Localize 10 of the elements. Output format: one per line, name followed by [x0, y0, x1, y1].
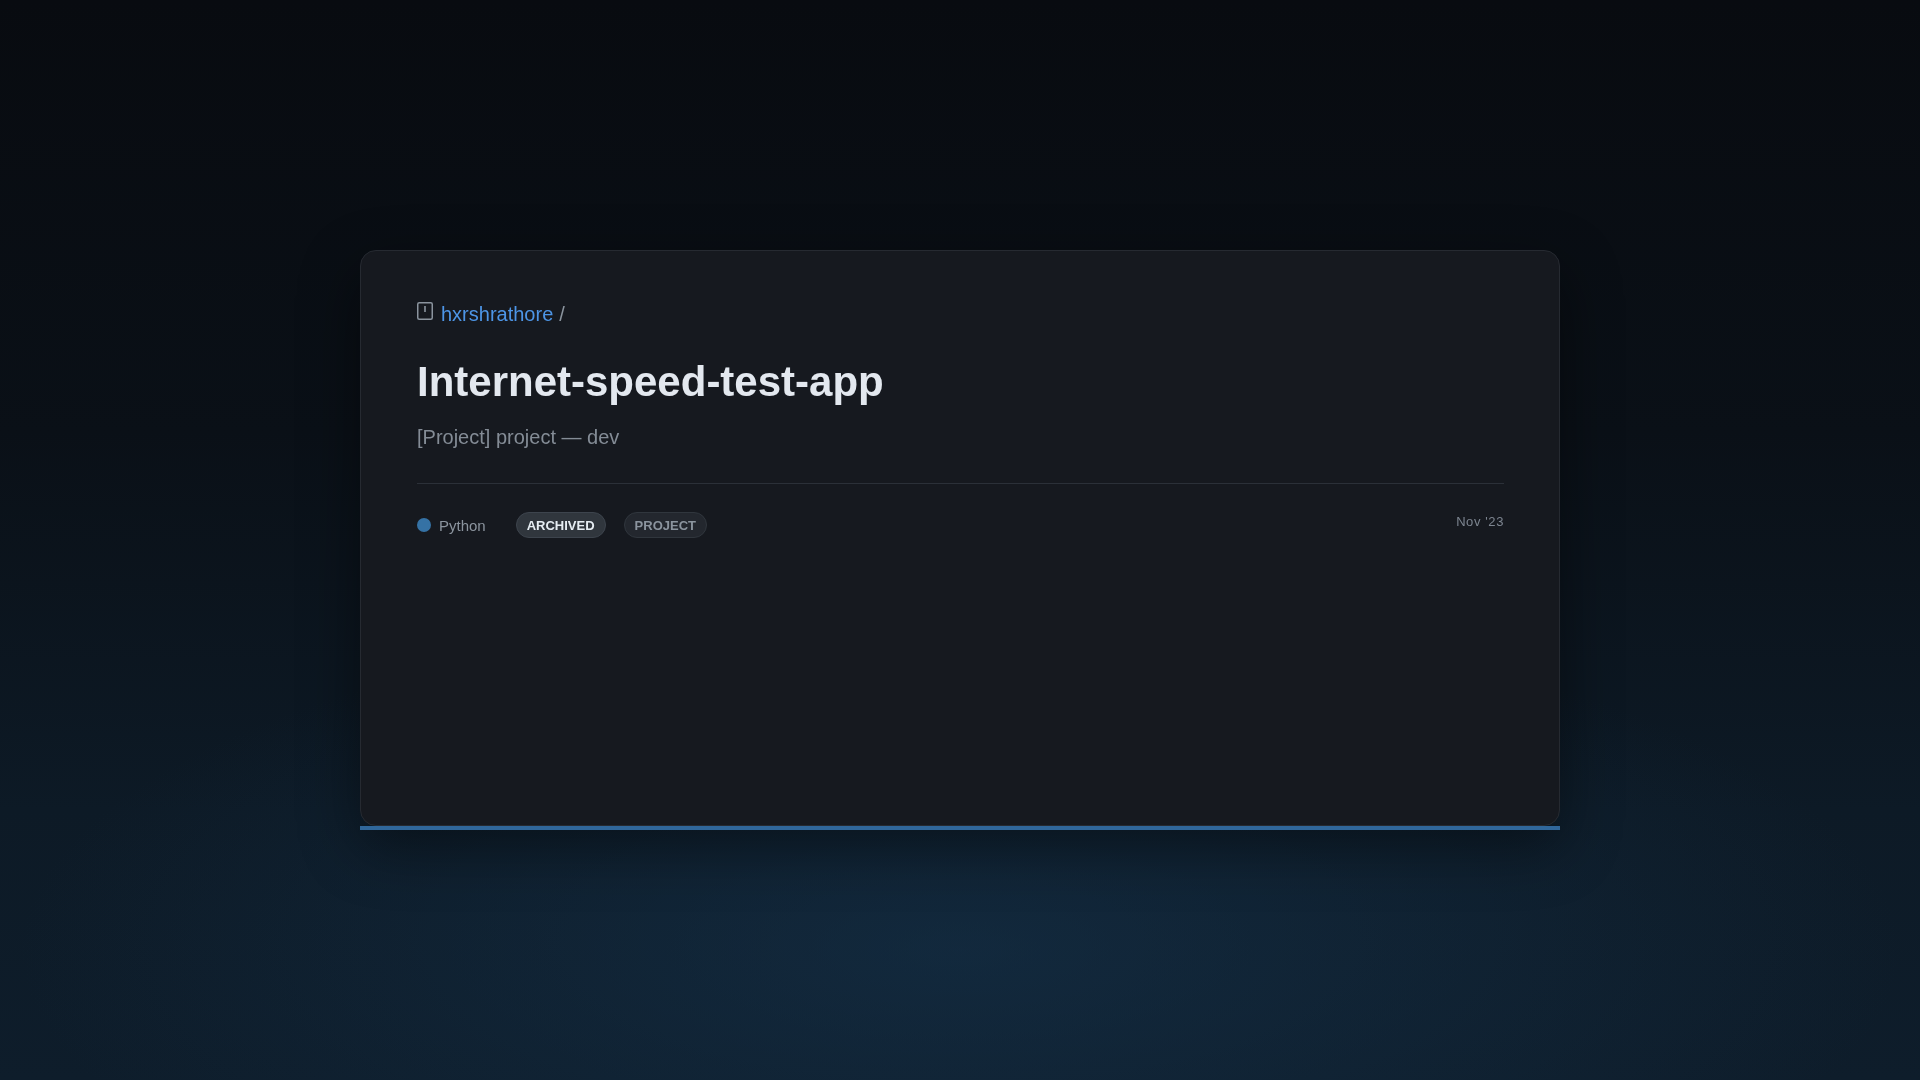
language-label: Python: [439, 516, 486, 534]
tag-badge: ARCHIVED: [515, 512, 606, 538]
tag-badge: PROJECT: [623, 512, 707, 538]
date-label: Nov '23: [1456, 514, 1504, 529]
repo-description: [Project] project — dev: [417, 425, 621, 449]
language-dot-icon: [417, 518, 431, 532]
repo-title: Internet-speed-test-app: [417, 357, 885, 407]
path-separator: /: [559, 302, 565, 326]
owner-link[interactable]: hxrshrathore: [441, 302, 554, 326]
repo-icon: [417, 302, 433, 320]
